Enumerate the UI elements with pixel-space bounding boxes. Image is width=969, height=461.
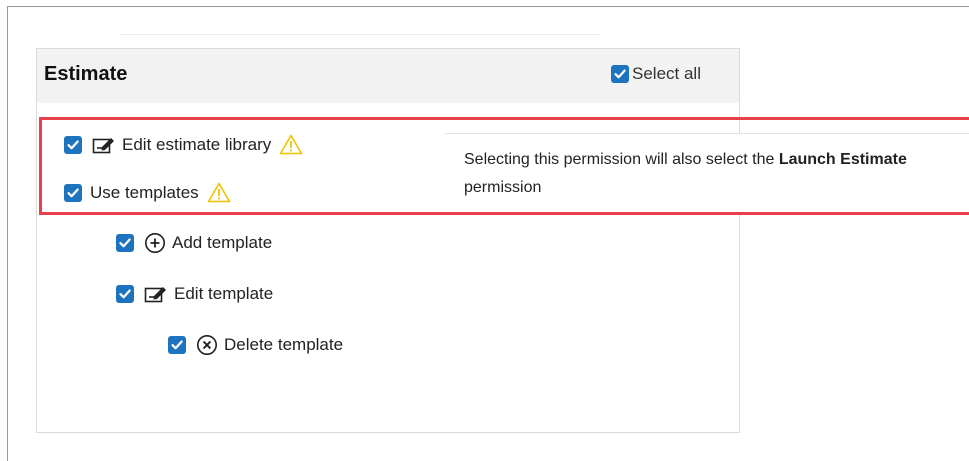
- edit-icon: [144, 284, 168, 304]
- permission-row-delete-template[interactable]: Delete template: [168, 334, 343, 356]
- checkbox-checked-icon[interactable]: [168, 336, 186, 354]
- select-all-checkbox[interactable]: Select all: [611, 64, 701, 84]
- permission-label: Edit template: [174, 284, 274, 303]
- select-all-label: Select all: [632, 64, 701, 83]
- delete-circle-icon: [196, 334, 218, 356]
- edit-icon: [92, 135, 116, 155]
- add-circle-icon: [144, 232, 166, 254]
- permission-row-edit-estimate-library[interactable]: Edit estimate library: [64, 134, 303, 155]
- permission-label: Delete template: [224, 335, 344, 354]
- permission-label: Use templates: [90, 182, 199, 202]
- checkbox-checked-icon[interactable]: [116, 285, 134, 303]
- tooltip-text-before: Selecting this permission will also sele…: [464, 151, 779, 168]
- checkbox-checked-icon[interactable]: [64, 135, 82, 154]
- tooltip-text-after: permission: [464, 179, 542, 196]
- permission-row-use-templates[interactable]: Use templates: [64, 182, 231, 203]
- tooltip-text: Selecting this permission will also sele…: [464, 146, 964, 202]
- tooltip-text-bold: Launch Estimate: [778, 151, 907, 168]
- checkbox-checked-icon[interactable]: [64, 183, 82, 202]
- checkbox-checked-icon[interactable]: [611, 65, 629, 83]
- frame-left-border: [7, 6, 8, 461]
- checkbox-checked-icon[interactable]: [116, 234, 134, 252]
- frame-top-border: [7, 6, 969, 7]
- panel-header: Estimate Select all: [37, 49, 739, 103]
- warning-icon: [279, 134, 303, 155]
- permission-row-edit-template[interactable]: Edit template: [116, 284, 273, 304]
- permission-row-add-template[interactable]: Add template: [116, 232, 272, 254]
- permission-label: Add template: [172, 233, 273, 252]
- panel-title: Estimate: [44, 63, 128, 85]
- warning-icon: [207, 182, 231, 203]
- permission-tooltip: Selecting this permission will also sele…: [445, 133, 969, 213]
- divider: [120, 34, 600, 35]
- permission-label: Edit estimate library: [122, 134, 272, 154]
